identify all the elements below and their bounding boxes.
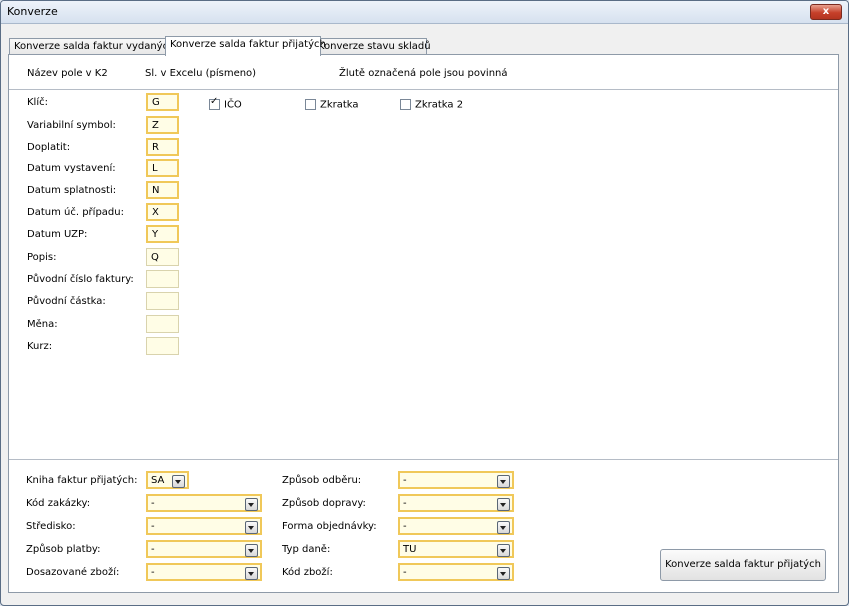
field-label-datum-uzp: Datum UZP: — [27, 229, 88, 240]
label-stredisko: Středisko: — [26, 521, 76, 532]
header-required-note: Žlutě označená pole jsou povinná — [339, 68, 508, 79]
checkbox-zkratka-2-box[interactable] — [400, 99, 411, 110]
field-label-puvodni-cislo-faktury: Původní číslo faktury: — [27, 274, 134, 285]
convert-button[interactable]: Konverze salda faktur přijatých — [660, 549, 826, 581]
field-input-datum-splatnosti[interactable]: N — [146, 181, 179, 199]
select-dosazovane-zbozi[interactable]: - — [146, 563, 262, 581]
close-icon: x — [822, 6, 830, 17]
checkbox-zkratka-2[interactable]: Zkratka 2 — [400, 99, 463, 111]
label-zpusob-odberu: Způsob odběru: — [282, 475, 362, 486]
label-zpusob-platby: Způsob platby: — [26, 544, 101, 555]
konverze-window: Konverze x Konverze salda faktur vydanýc… — [0, 0, 849, 606]
field-label-datum-splatnosti: Datum splatnosti: — [27, 185, 117, 196]
chevron-down-icon[interactable] — [497, 521, 510, 534]
field-label-klic: Klíč: — [27, 97, 48, 108]
field-input-mena[interactable] — [146, 315, 179, 333]
chevron-down-icon[interactable] — [245, 567, 258, 580]
tab-stavu-skladu[interactable]: Konverze stavu skladů — [313, 38, 431, 55]
header-excel-column: Sl. v Excelu (písmeno) — [145, 68, 257, 79]
field-input-datum-vystaveni[interactable]: L — [146, 159, 179, 177]
select-zpusob-platby[interactable]: - — [146, 540, 262, 558]
chevron-down-icon[interactable] — [497, 544, 510, 557]
select-zpusob-dopravy[interactable]: - — [398, 494, 514, 512]
field-label-datum-uc-pripadu: Datum úč. případu: — [27, 207, 124, 218]
field-input-klic[interactable]: G — [146, 93, 179, 111]
header-field-name: Název pole v K2 — [27, 68, 108, 79]
checkbox-ico-box[interactable] — [209, 96, 220, 110]
tab-panel: Název pole v K2 Sl. v Excelu (písmeno) Ž… — [8, 54, 839, 593]
field-input-variabilni-symbol[interactable]: Z — [146, 116, 179, 134]
chevron-down-icon[interactable] — [245, 521, 258, 534]
label-forma-objednavky: Forma objednávky: — [282, 521, 377, 532]
field-label-datum-vystaveni: Datum vystavení: — [27, 163, 116, 174]
label-kod-zakazky: Kód zakázky: — [26, 498, 91, 509]
field-input-doplatit[interactable]: R — [146, 138, 179, 156]
checkbox-zkratka[interactable]: Zkratka — [305, 99, 359, 111]
select-kod-zbozi-value: - — [403, 567, 407, 578]
field-label-mena: Měna: — [27, 319, 58, 330]
select-kod-zakazky-value: - — [151, 498, 155, 509]
chevron-down-icon[interactable] — [497, 567, 510, 580]
field-input-datum-uc-pripadu[interactable]: X — [146, 203, 179, 221]
select-typ-dane[interactable]: TU — [398, 540, 514, 558]
chevron-down-icon[interactable] — [497, 498, 510, 511]
select-zpusob-platby-value: - — [151, 544, 155, 555]
label-kniha-faktur: Kniha faktur přijatých: — [26, 475, 138, 486]
field-label-kurz: Kurz: — [27, 341, 53, 352]
tab-salda-prijatych[interactable]: Konverze salda faktur přijatých — [165, 36, 326, 56]
checkbox-zkratka-box[interactable] — [305, 99, 316, 110]
field-input-popis[interactable]: Q — [146, 248, 179, 266]
field-label-puvodni-castka: Původní částka: — [27, 296, 106, 307]
field-label-popis: Popis: — [27, 252, 57, 263]
checkbox-ico-label: IČO — [224, 99, 242, 111]
select-zpusob-odberu-value: - — [403, 475, 407, 486]
field-input-puvodni-cislo-faktury[interactable] — [146, 270, 179, 288]
label-kod-zbozi: Kód zboží: — [282, 567, 333, 578]
select-zpusob-odberu[interactable]: - — [398, 471, 514, 489]
select-kniha-faktur[interactable]: SA — [146, 471, 189, 489]
select-kod-zbozi[interactable]: - — [398, 563, 514, 581]
checkbox-zkratka-label: Zkratka — [320, 99, 359, 111]
select-stredisko[interactable]: - — [146, 517, 262, 535]
window-title: Konverze — [7, 5, 58, 18]
select-dosazovane-zbozi-value: - — [151, 567, 155, 578]
chevron-down-icon[interactable] — [245, 544, 258, 557]
select-forma-objednavky-value: - — [403, 521, 407, 532]
chevron-down-icon[interactable] — [172, 475, 185, 488]
select-typ-dane-value: TU — [403, 544, 417, 555]
field-input-puvodni-castka[interactable] — [146, 292, 179, 310]
label-zpusob-dopravy: Způsob dopravy: — [282, 498, 366, 509]
column-header-row: Název pole v K2 Sl. v Excelu (písmeno) Ž… — [9, 55, 838, 90]
label-typ-dane: Typ daně: — [282, 544, 331, 555]
checkbox-zkratka-2-label: Zkratka 2 — [415, 99, 464, 111]
select-zpusob-dopravy-value: - — [403, 498, 407, 509]
select-kod-zakazky[interactable]: - — [146, 494, 262, 512]
chevron-down-icon[interactable] — [245, 498, 258, 511]
field-input-kurz[interactable] — [146, 337, 179, 355]
field-label-doplatit: Doplatit: — [27, 142, 71, 153]
select-stredisko-value: - — [151, 521, 155, 532]
close-button[interactable]: x — [810, 4, 842, 20]
label-dosazovane-zbozi: Dosazované zboží: — [26, 567, 120, 578]
field-input-datum-uzp[interactable]: Y — [146, 225, 179, 243]
field-label-variabilni-symbol: Variabilní symbol: — [27, 120, 116, 131]
select-forma-objednavky[interactable]: - — [398, 517, 514, 535]
title-bar: Konverze x — [1, 1, 848, 24]
tab-salda-vydanych[interactable]: Konverze salda faktur vydaných — [9, 38, 174, 55]
select-kniha-faktur-value: SA — [151, 475, 165, 486]
chevron-down-icon[interactable] — [497, 475, 510, 488]
checkbox-ico[interactable]: IČO — [209, 96, 242, 111]
